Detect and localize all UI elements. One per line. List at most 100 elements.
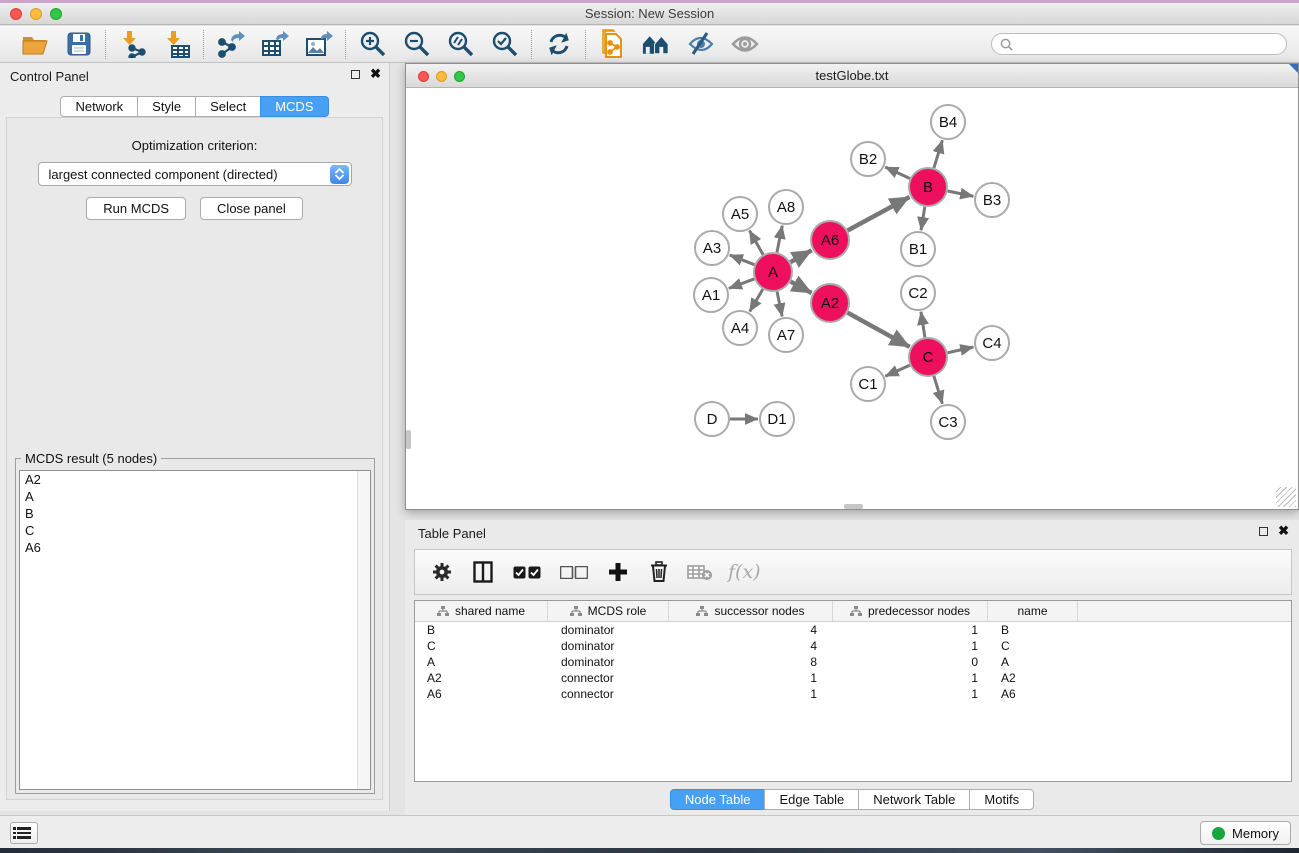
graph-node-C4[interactable]: C4: [975, 326, 1009, 360]
graph-node-C1[interactable]: C1: [851, 367, 885, 401]
table-row[interactable]: Cdominator41C: [415, 638, 1291, 654]
graph-node-B4[interactable]: B4: [931, 105, 965, 139]
graph-edge-A-A3[interactable]: [730, 255, 755, 265]
export-table-icon[interactable]: [259, 29, 290, 60]
table-row[interactable]: Adominator80A: [415, 654, 1291, 670]
close-panel-button[interactable]: Close panel: [200, 197, 303, 220]
select-columns-icon[interactable]: [470, 559, 496, 585]
export-network-icon[interactable]: [215, 29, 246, 60]
graph-edge-B-B2[interactable]: [885, 167, 910, 179]
graph-node-C3[interactable]: C3: [931, 405, 965, 439]
tab-motifs[interactable]: Motifs: [969, 789, 1034, 810]
optimization-criterion-dropdown[interactable]: largest connected component (directed): [38, 162, 352, 186]
network-minimize-button[interactable]: [436, 71, 447, 82]
graph-edge-A2-C[interactable]: [848, 313, 910, 347]
graph-node-C[interactable]: C: [909, 338, 947, 376]
float-panel-icon[interactable]: [1259, 527, 1268, 536]
close-panel-icon[interactable]: ✖: [1278, 526, 1289, 536]
graph-node-A5[interactable]: A5: [723, 197, 757, 231]
network-close-button[interactable]: [418, 71, 429, 82]
graph-edge-C-C3[interactable]: [934, 376, 943, 404]
first-neighbors-icon[interactable]: [641, 29, 672, 60]
column-header-shared-name[interactable]: shared name: [415, 601, 548, 621]
graph-edge-B-B4[interactable]: [934, 140, 943, 168]
search-input[interactable]: [1018, 36, 1278, 52]
search-field[interactable]: [991, 33, 1287, 55]
graph-edge-B-B1[interactable]: [921, 207, 925, 230]
graph-edge-A-A1[interactable]: [729, 279, 754, 288]
refresh-layout-icon[interactable]: [543, 29, 574, 60]
graph-edge-A-A4[interactable]: [750, 289, 763, 311]
hide-all-columns-icon[interactable]: [558, 559, 590, 585]
tab-select[interactable]: Select: [195, 96, 261, 117]
tab-network-table[interactable]: Network Table: [858, 789, 970, 810]
horizontal-scroll-thumb[interactable]: [844, 504, 863, 509]
tab-network[interactable]: Network: [60, 96, 138, 117]
graph-node-A2[interactable]: A2: [811, 284, 849, 322]
table-row[interactable]: A2connector11A2: [415, 670, 1291, 686]
open-session-icon[interactable]: [19, 29, 50, 60]
table-row[interactable]: Bdominator41B: [415, 622, 1291, 638]
result-list-item[interactable]: C: [20, 522, 370, 539]
graph-node-A7[interactable]: A7: [769, 318, 803, 352]
delete-column-trash-icon[interactable]: [646, 559, 672, 585]
table-row[interactable]: A6connector11A6: [415, 686, 1291, 702]
graph-node-A4[interactable]: A4: [723, 311, 757, 345]
run-mcds-button[interactable]: Run MCDS: [86, 197, 186, 220]
result-list-scrollbar[interactable]: [357, 471, 370, 789]
hide-selected-eye-slash-icon[interactable]: [685, 29, 716, 60]
column-header-predecessor-nodes[interactable]: predecessor nodes: [833, 601, 988, 621]
graph-edge-B-B3[interactable]: [948, 191, 974, 196]
graph-node-A8[interactable]: A8: [769, 190, 803, 224]
vertical-scroll-thumb[interactable]: [406, 430, 411, 449]
import-network-icon[interactable]: [117, 29, 148, 60]
close-panel-icon[interactable]: ✖: [370, 69, 381, 79]
graph-node-B1[interactable]: B1: [901, 232, 935, 266]
column-header-successor-nodes[interactable]: successor nodes: [669, 601, 833, 621]
network-graph[interactable]: B4B2BB3A8A5A6B1A3AA1C2A2A4A7C4CC1C3DD1: [406, 89, 1298, 510]
zoom-fit-icon[interactable]: [445, 29, 476, 60]
graph-edge-C-C2[interactable]: [921, 312, 925, 337]
graph-node-B[interactable]: B: [909, 168, 947, 206]
graph-edge-A-A8[interactable]: [777, 226, 782, 253]
graph-node-D1[interactable]: D1: [760, 402, 794, 436]
network-canvas[interactable]: B4B2BB3A8A5A6B1A3AA1C2A2A4A7C4CC1C3DD1: [406, 89, 1298, 509]
create-column-plus-icon[interactable]: [605, 559, 631, 585]
result-list-item[interactable]: A2: [20, 471, 370, 488]
graph-node-A1[interactable]: A1: [694, 278, 728, 312]
export-image-icon[interactable]: [303, 29, 334, 60]
window-resize-grip[interactable]: [1276, 487, 1296, 507]
graph-node-A[interactable]: A: [754, 253, 792, 291]
graph-node-A3[interactable]: A3: [695, 231, 729, 265]
tab-style[interactable]: Style: [137, 96, 196, 117]
column-header-MCDS-role[interactable]: MCDS role: [548, 601, 669, 621]
table-settings-gear-icon[interactable]: [429, 559, 455, 585]
result-list-item[interactable]: B: [20, 505, 370, 522]
tab-edge-table[interactable]: Edge Table: [764, 789, 859, 810]
minimize-window-button[interactable]: [30, 8, 42, 20]
graph-node-B2[interactable]: B2: [851, 142, 885, 176]
graph-edge-A-A7[interactable]: [777, 292, 782, 317]
function-builder-icon[interactable]: f(x): [728, 561, 761, 583]
memory-button[interactable]: Memory: [1200, 821, 1291, 845]
zoom-in-icon[interactable]: [357, 29, 388, 60]
float-panel-icon[interactable]: [351, 70, 360, 79]
result-list-item[interactable]: A6: [20, 539, 370, 556]
zoom-window-button[interactable]: [50, 8, 62, 20]
show-all-eye-icon[interactable]: [729, 29, 760, 60]
close-window-button[interactable]: [10, 8, 22, 20]
graph-node-A6[interactable]: A6: [811, 221, 849, 259]
graph-edge-A-A2[interactable]: [791, 282, 812, 293]
delete-table-icon[interactable]: [687, 559, 713, 585]
network-zoom-button[interactable]: [454, 71, 465, 82]
column-header-name[interactable]: name: [988, 601, 1078, 621]
graph-edge-A-A5[interactable]: [749, 231, 763, 255]
graph-node-D[interactable]: D: [695, 402, 729, 436]
task-history-list-button[interactable]: [10, 822, 38, 844]
tab-mcds[interactable]: MCDS: [260, 96, 328, 117]
graph-edge-C-C1[interactable]: [885, 365, 909, 376]
zoom-out-icon[interactable]: [401, 29, 432, 60]
import-table-icon[interactable]: [161, 29, 192, 60]
show-all-columns-icon[interactable]: [511, 559, 543, 585]
graph-edge-C-C4[interactable]: [948, 347, 974, 353]
